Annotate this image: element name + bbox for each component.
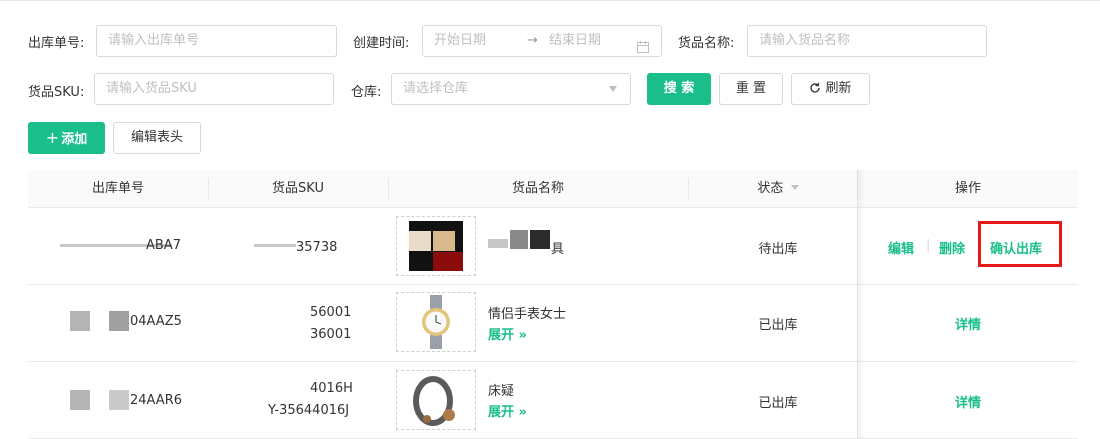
top-divider	[0, 0, 1100, 1]
goods-name-cell: 具	[551, 242, 565, 257]
details-link[interactable]: 详情	[858, 392, 1078, 411]
order-no-cell: 24AAR6	[130, 393, 182, 408]
watch-image	[422, 295, 450, 349]
status-cell: 已出库	[758, 396, 798, 411]
redacted-block	[70, 311, 90, 331]
column-divider	[688, 178, 689, 200]
sku-label: 货品SKU:	[28, 85, 85, 100]
redacted-block	[254, 244, 296, 247]
status-cell: 已出库	[758, 318, 798, 333]
status-cell: 待出库	[758, 242, 798, 257]
warehouse-placeholder: 请选择仓库	[403, 81, 469, 96]
table-header: 出库单号 货品SKU 货品名称 状态 操作	[28, 170, 1078, 208]
goods-name-cell: 床疑	[488, 384, 515, 399]
refresh-icon	[809, 76, 821, 106]
expand-link[interactable]: 展开 »	[488, 324, 527, 343]
redacted-block	[530, 230, 550, 249]
order-no-cell: 04AAZ5	[130, 314, 182, 329]
sku-cell-line: 4016H	[310, 381, 353, 396]
col-header-order-no: 出库单号	[91, 181, 144, 196]
fixed-column-shadow	[857, 170, 865, 439]
order-no-label: 出库单号:	[28, 36, 85, 51]
col-header-sku: 货品SKU	[272, 181, 324, 196]
redacted-block	[109, 311, 129, 331]
redacted-block	[510, 230, 528, 249]
table-row: 04AAZ5 56001 36001 情侣手表女士 展开 » 已出库 详情	[28, 285, 1078, 362]
col-header-goods-name: 货品名称	[511, 181, 564, 196]
details-link[interactable]: 详情	[858, 314, 1078, 333]
product-thumbnail	[396, 292, 476, 352]
refresh-button[interactable]: 刷新	[791, 73, 870, 105]
sku-cell: 35738	[296, 240, 338, 255]
dropdown-caret-icon	[609, 86, 617, 92]
col-header-status[interactable]: 状态	[728, 170, 828, 208]
product-image	[409, 221, 463, 271]
col-header-actions: 操作	[954, 181, 981, 196]
sku-cell-line: 36001	[310, 327, 352, 342]
expand-link[interactable]: 展开 »	[488, 401, 527, 420]
search-button[interactable]: 搜 索	[647, 73, 711, 105]
table-row: 24AAR6 4016H Y-35644016J 床疑 展开 » 已出库 详情	[28, 362, 1078, 439]
warehouse-label: 仓库:	[351, 85, 382, 100]
order-no-cell: ABA7	[146, 238, 181, 253]
calendar-icon	[637, 35, 649, 65]
redacted-block	[488, 239, 508, 248]
plus-icon: +	[45, 128, 60, 147]
add-button[interactable]: + 添加	[28, 122, 105, 154]
range-arrow-icon: →	[527, 33, 538, 48]
start-date-placeholder: 开始日期	[434, 33, 487, 48]
goods-name-label: 货品名称:	[678, 36, 735, 51]
ring-image	[413, 376, 455, 426]
order-no-input[interactable]: 请输入出库单号	[96, 25, 337, 57]
warehouse-select[interactable]: 请选择仓库	[391, 73, 631, 105]
goods-name-input[interactable]: 请输入货品名称	[747, 25, 987, 57]
product-thumbnail	[396, 370, 476, 430]
sort-caret-icon[interactable]	[790, 185, 799, 190]
action-separator: |	[926, 238, 931, 253]
add-label: 添加	[61, 132, 88, 147]
sku-cell-line: 56001	[310, 305, 352, 320]
sku-cell-line: Y-35644016J	[268, 403, 350, 418]
delete-link[interactable]: 删除	[939, 238, 965, 257]
reset-button[interactable]: 重 置	[719, 73, 783, 105]
created-time-label: 创建时间:	[353, 36, 410, 51]
redacted-block	[70, 390, 90, 410]
date-range-picker[interactable]: 开始日期 → 结束日期	[422, 25, 662, 57]
sku-input[interactable]: 请输入货品SKU	[94, 73, 334, 105]
redacted-block	[109, 390, 129, 410]
highlight-box	[978, 221, 1062, 267]
end-date-placeholder: 结束日期	[549, 33, 602, 48]
edit-link[interactable]: 编辑	[888, 238, 914, 257]
edit-header-button[interactable]: 编辑表头	[113, 122, 201, 154]
product-thumbnail	[396, 216, 476, 276]
refresh-label: 刷新	[825, 81, 852, 96]
status-header-label: 状态	[757, 181, 784, 196]
table-row: ABA7 35738 具 待出库 编辑 | 删除 | 确认出库	[28, 208, 1078, 285]
goods-name-cell: 情侣手表女士	[488, 307, 567, 322]
